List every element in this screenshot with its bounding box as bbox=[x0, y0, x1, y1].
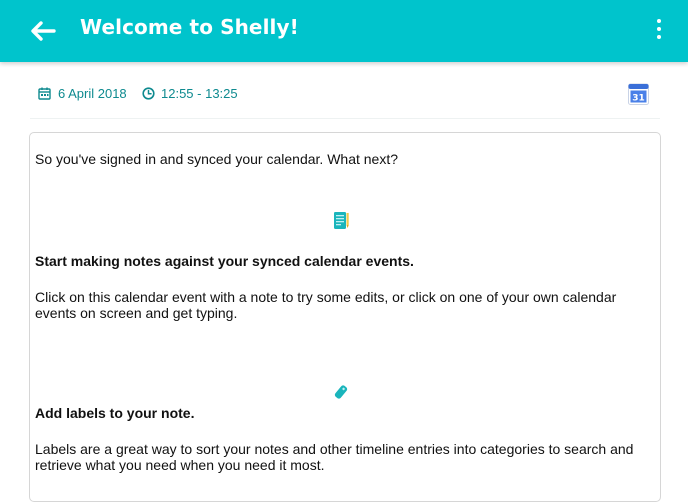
section-heading-notes: Start making notes against your synced c… bbox=[35, 253, 414, 269]
more-vertical-icon bbox=[657, 19, 661, 23]
google-calendar-button[interactable]: 31 bbox=[628, 83, 649, 105]
note-intro: So you've signed in and synced your cale… bbox=[35, 151, 399, 167]
divider bbox=[30, 118, 660, 119]
label-icon bbox=[334, 385, 348, 399]
google-calendar-icon: 31 bbox=[628, 83, 649, 105]
event-meta-bar: 6 April 2018 12:55 - 13:25 31 bbox=[0, 76, 688, 116]
more-options-button[interactable] bbox=[648, 14, 670, 44]
note-editor[interactable]: So you've signed in and synced your cale… bbox=[29, 132, 661, 502]
calendar-badge-text: 31 bbox=[632, 94, 645, 104]
section-body-labels: Labels are a great way to sort your note… bbox=[35, 441, 634, 473]
clock-icon bbox=[142, 87, 155, 100]
event-date[interactable]: 6 April 2018 bbox=[38, 86, 127, 101]
section-body-notes: Click on this calendar event with a note… bbox=[35, 289, 617, 321]
event-date-label: 6 April 2018 bbox=[58, 86, 127, 101]
event-time[interactable]: 12:55 - 13:25 bbox=[142, 86, 238, 101]
app-bar: Welcome to Shelly! bbox=[0, 0, 688, 62]
page-title: Welcome to Shelly! bbox=[80, 15, 299, 39]
calendar-icon bbox=[38, 87, 51, 100]
event-time-label: 12:55 - 13:25 bbox=[161, 86, 238, 101]
section-heading-labels: Add labels to your note. bbox=[35, 405, 195, 421]
more-vertical-icon-dot bbox=[657, 27, 661, 31]
more-vertical-icon-dot bbox=[657, 35, 661, 39]
arrow-left-icon bbox=[31, 21, 56, 41]
back-button[interactable] bbox=[26, 17, 60, 45]
notes-icon bbox=[334, 212, 349, 229]
